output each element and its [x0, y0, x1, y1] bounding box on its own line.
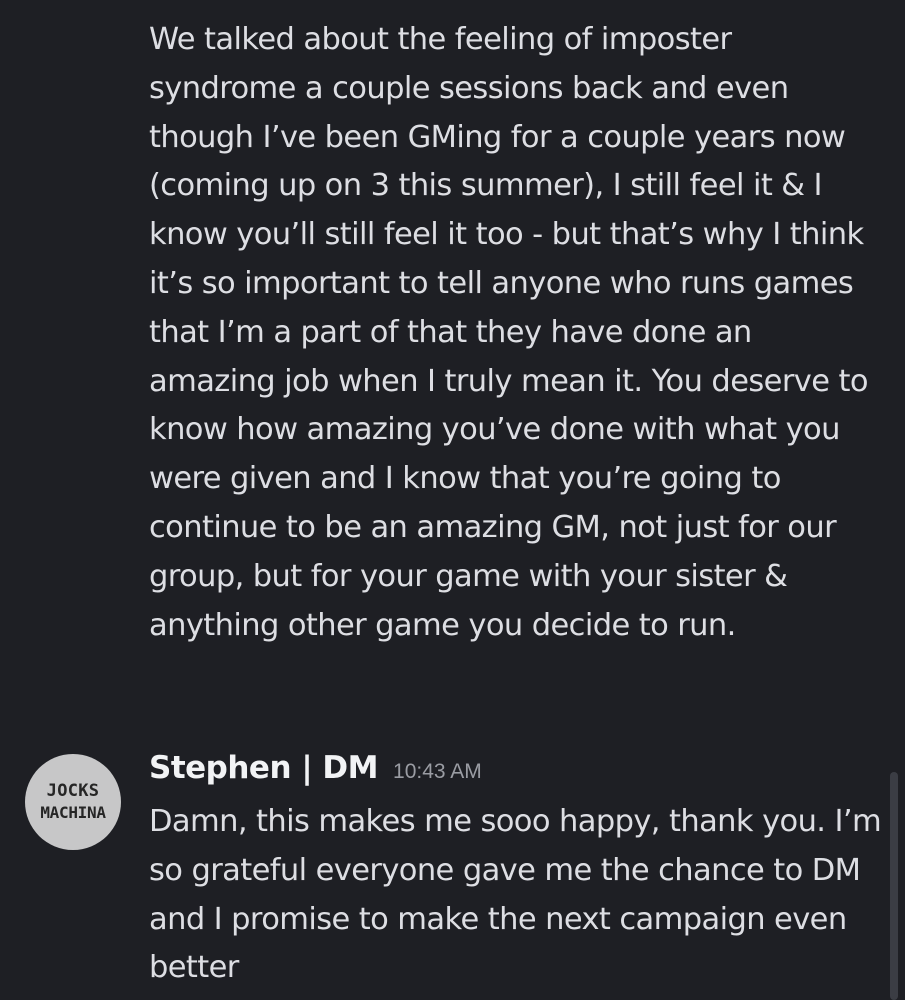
avatar-text-line1: JOCKS — [46, 781, 100, 801]
username[interactable]: Stephen | DM — [149, 750, 379, 786]
message-header: Stephen | DM 10:43 AM — [149, 750, 884, 794]
timestamp: 10:43 AM — [393, 760, 482, 783]
scrollbar[interactable] — [890, 772, 898, 1000]
message-text: We talked about the feeling of imposter … — [149, 22, 868, 643]
chat-view[interactable]: We talked about the feeling of imposter … — [0, 0, 905, 1000]
message-continuation[interactable]: We talked about the feeling of imposter … — [149, 16, 884, 650]
message-text: Damn, this makes me sooo happy, thank yo… — [149, 804, 882, 986]
avatar[interactable]: JOCKS MACHINA — [25, 754, 121, 850]
avatar-text-line2: MACHINA — [40, 803, 106, 822]
message-body: Stephen | DM 10:43 AM Damn, this makes m… — [149, 750, 884, 993]
